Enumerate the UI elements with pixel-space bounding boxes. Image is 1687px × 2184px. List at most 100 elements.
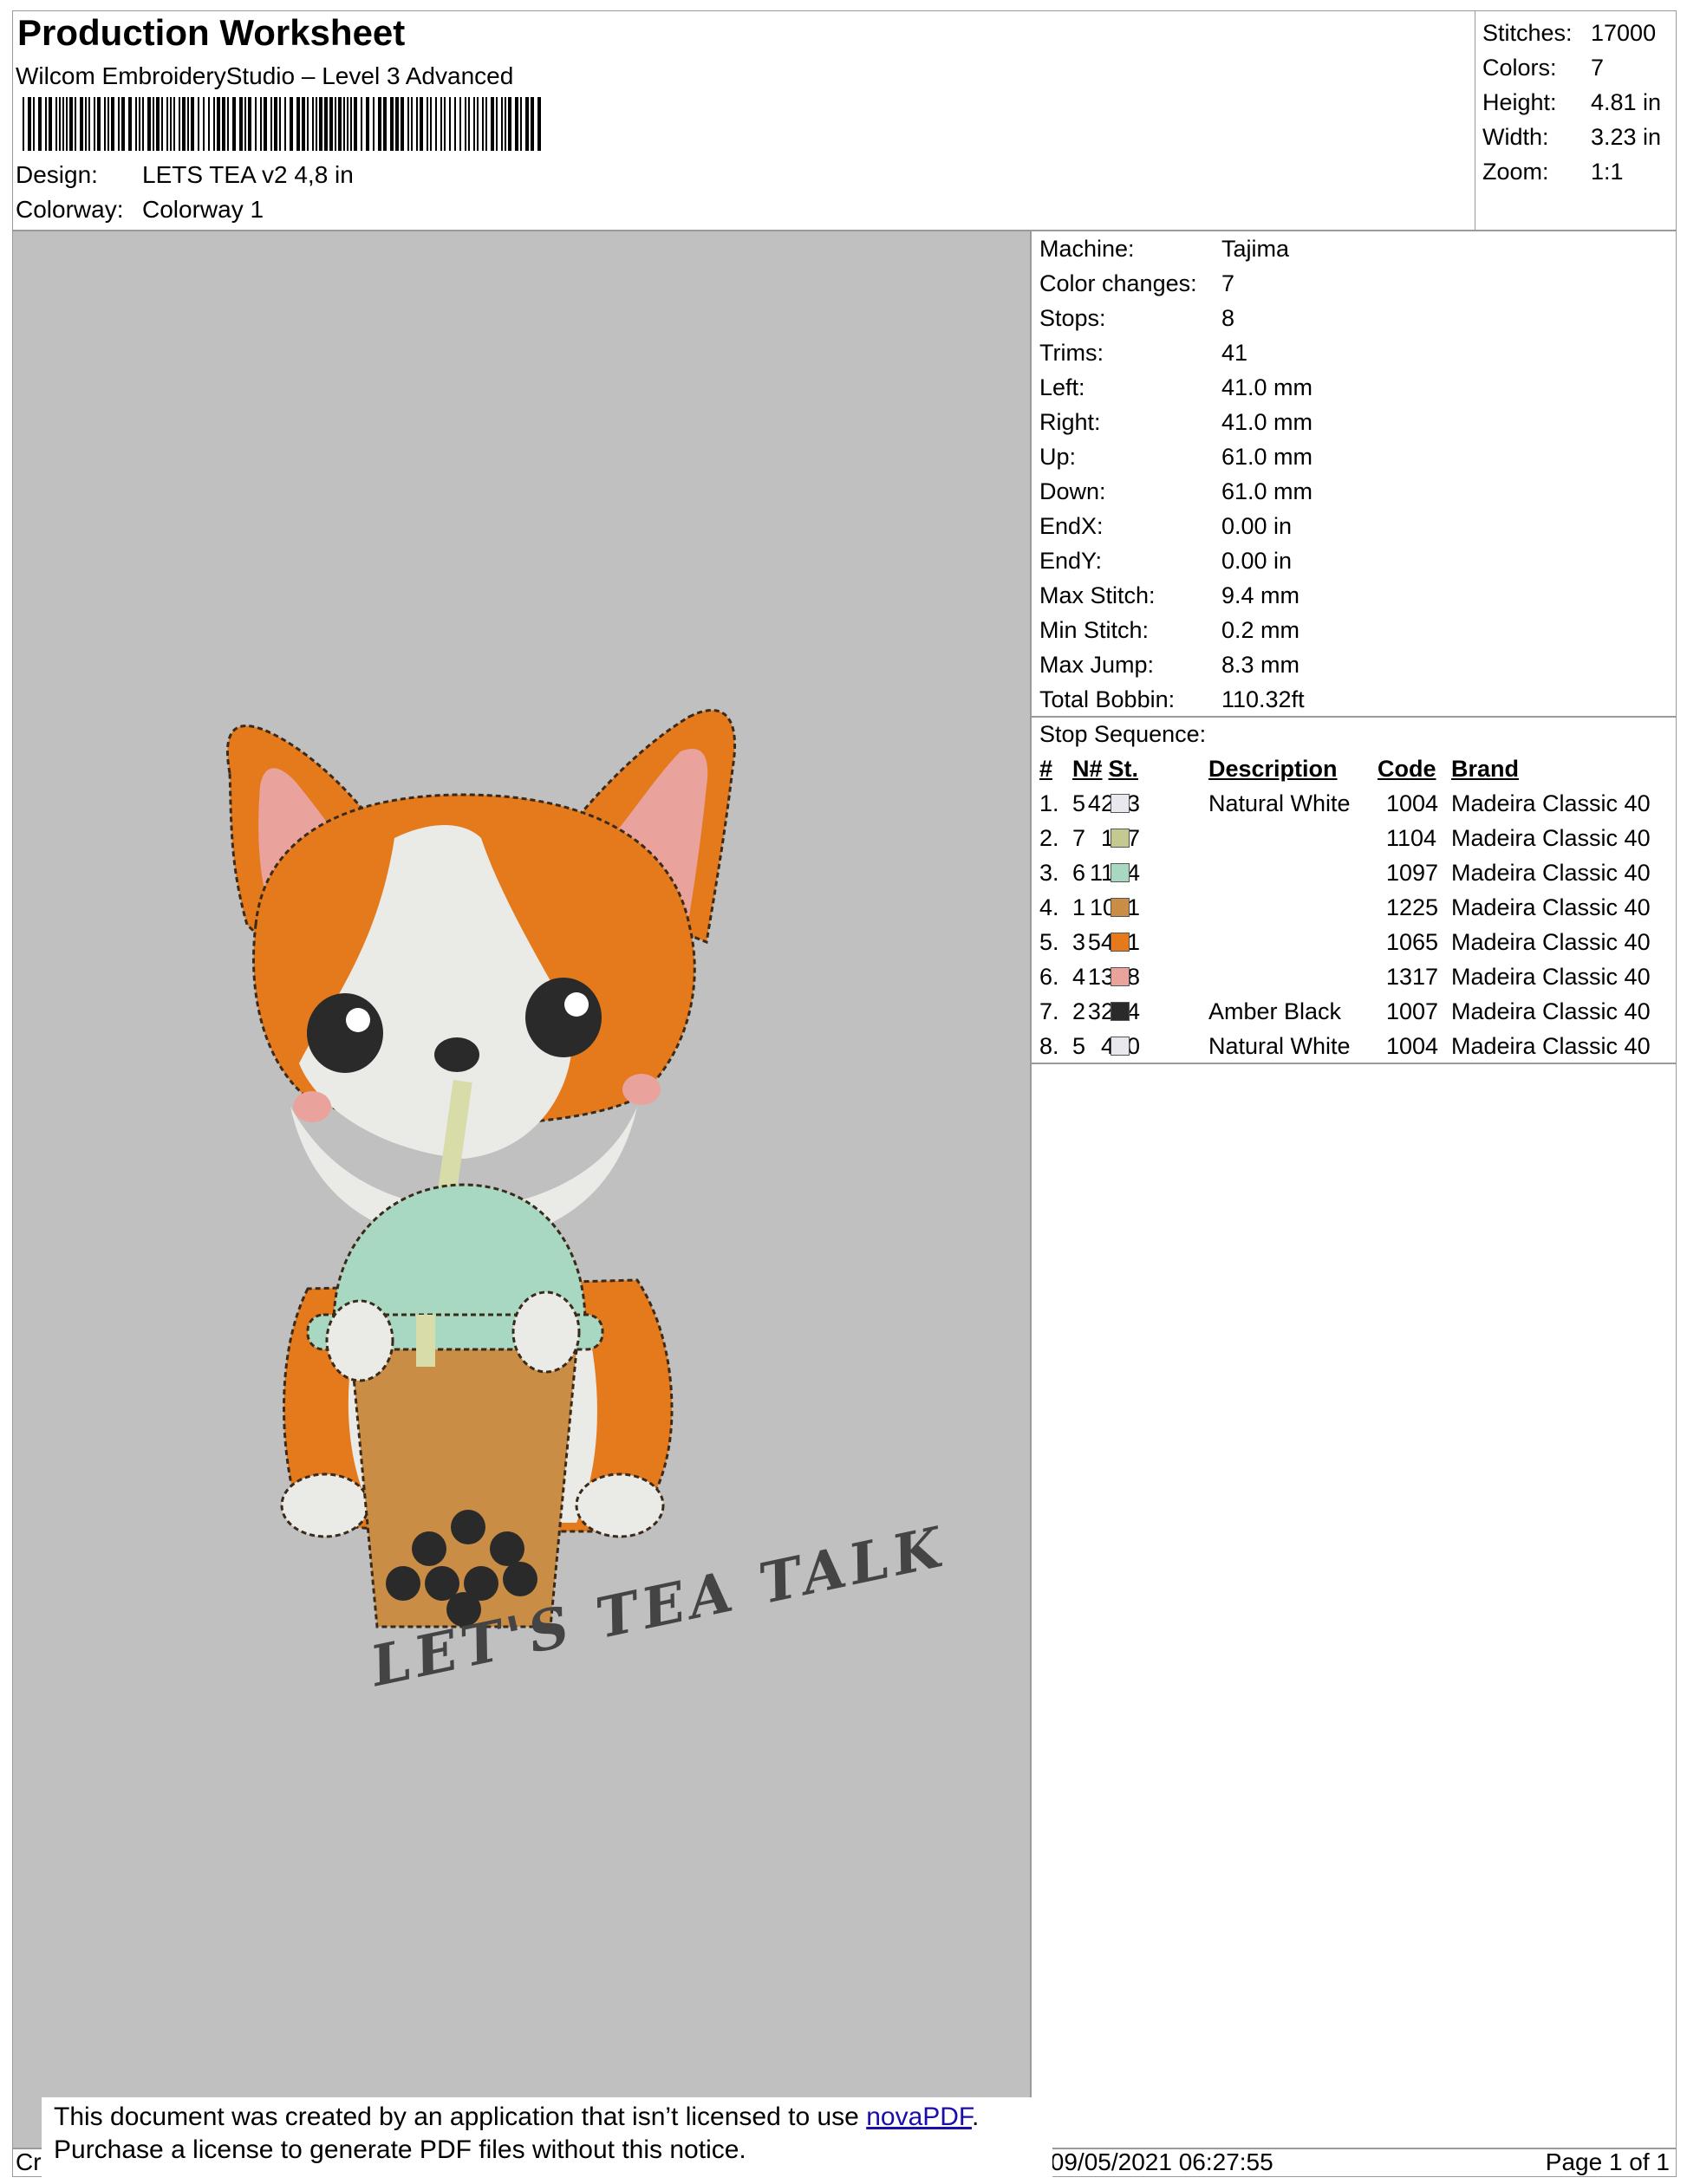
thread-color-swatch <box>1111 933 1130 952</box>
barcode-bar <box>248 97 251 151</box>
barcode-bar <box>227 97 229 151</box>
info-row-endy: EndY: 0.00 in <box>1039 548 1293 574</box>
right-eye <box>525 978 602 1057</box>
barcode-bar <box>508 97 511 151</box>
thread-color-swatch <box>1111 863 1130 882</box>
col-header-n: N# <box>1072 756 1103 782</box>
barcode-bar <box>525 97 529 151</box>
thread-color-swatch <box>1111 829 1130 848</box>
left-hand <box>325 1299 394 1382</box>
thread-color-swatch <box>1111 898 1130 917</box>
design-canvas: LET'S TEA TALK <box>12 231 1032 2149</box>
thread-description: Natural White <box>1208 1033 1351 1059</box>
info-row-right: Right: 41.0 mm <box>1039 409 1313 435</box>
colorway-label: Colorway: <box>16 196 124 223</box>
stat-zoom: Zoom: 1:1 <box>1482 159 1624 185</box>
barcode-bar <box>264 97 267 151</box>
seq-num: 3. <box>1039 860 1059 886</box>
barcode-bar <box>296 97 300 151</box>
barcode-bar <box>354 97 357 151</box>
stat-height: Height: 4.81 in <box>1482 89 1662 115</box>
needle-num: 6 <box>1072 860 1086 886</box>
barcode-bar <box>153 97 154 151</box>
barcode-bar <box>23 97 24 151</box>
left-eye-highlight <box>346 1008 370 1032</box>
thread-brand: Madeira Classic 40 <box>1451 964 1651 990</box>
barcode-bar <box>179 97 180 151</box>
barcode-bar <box>166 97 168 151</box>
col-header-description: Description <box>1208 756 1338 782</box>
barcode-bar <box>284 97 286 151</box>
license-notice-line1: This document was created by an applicat… <box>54 2103 980 2131</box>
barcode-bar <box>55 97 57 151</box>
notes-panel <box>1030 1063 1677 2149</box>
info-row-endx: EndX: 0.00 in <box>1039 513 1293 539</box>
info-row-total-bobbin: Total Bobbin: 110.32ft <box>1039 686 1305 712</box>
needle-num: 5 <box>1072 790 1086 816</box>
stop-sequence-title: Stop Sequence: <box>1039 721 1207 747</box>
corgi-embroidery-image: LET'S TEA TALK <box>225 709 953 1700</box>
barcode-bar <box>520 97 522 151</box>
seq-num: 1. <box>1039 790 1059 816</box>
info-row-up: Up: 61.0 mm <box>1039 444 1313 470</box>
thread-brand: Madeira Classic 40 <box>1451 1033 1651 1059</box>
barcode-bar <box>142 97 144 151</box>
barcode-bar <box>80 97 83 151</box>
boba-pearl <box>451 1510 485 1544</box>
seq-num: 6. <box>1039 964 1059 990</box>
thread-color-swatch <box>1111 967 1130 986</box>
thread-code: 1065 <box>1386 929 1439 955</box>
design-label: Design: <box>16 161 98 188</box>
barcode-bar <box>366 97 369 151</box>
stop-sequence-panel: Stop Sequence: # N# St. Description Code… <box>1030 716 1677 1064</box>
barcode-bar <box>156 97 160 151</box>
barcode-bar <box>45 97 47 151</box>
barcode-bar <box>501 97 503 151</box>
barcode-bar <box>128 97 132 151</box>
barcode-bar <box>407 97 409 151</box>
barcode-bar <box>491 97 494 151</box>
barcode-bar <box>395 97 399 151</box>
stop-sequence-row: 8.5430Natural White1004Madeira Classic 4… <box>1031 1029 1677 1063</box>
barcode-bar <box>279 97 281 151</box>
boba-pearl <box>412 1531 446 1566</box>
barcode-bar <box>537 97 541 151</box>
barcode-bar <box>94 97 95 151</box>
barcode-bar <box>198 97 199 151</box>
boba-pearl <box>386 1566 420 1601</box>
thread-code: 1007 <box>1386 998 1439 1024</box>
thread-code: 1104 <box>1386 825 1437 851</box>
colorway-value: Colorway 1 <box>142 196 264 223</box>
stop-sequence-row: 4.110111225Madeira Classic 40 <box>1031 890 1677 925</box>
barcode-bar <box>104 97 106 151</box>
barcode-bar <box>383 97 387 151</box>
right-eye-highlight <box>564 992 589 1017</box>
thread-brand: Madeira Classic 40 <box>1451 860 1651 886</box>
barcode-bar <box>187 97 189 151</box>
summary-stats: Stitches: 17000 Colors: 7 Height: 4.81 in W… <box>1475 10 1677 218</box>
barcode-bar <box>485 97 487 151</box>
thread-brand: Madeira Classic 40 <box>1451 929 1651 955</box>
barcode-bar <box>496 97 498 151</box>
barcode-bar <box>361 97 362 151</box>
novapdf-link[interactable]: novaPDF <box>866 2103 972 2131</box>
stop-sequence-row: 6.413881317Madeira Classic 40 <box>1031 959 1677 994</box>
stop-sequence-row: 2.71371104Madeira Classic 40 <box>1031 821 1677 855</box>
barcode-bar <box>449 97 451 151</box>
barcode-bar <box>329 97 333 151</box>
design-value: LETS TEA v2 4,8 in <box>142 161 354 188</box>
info-row-trims: Trims: 41 <box>1039 340 1248 366</box>
barcode-bar <box>208 97 210 151</box>
needle-num: 5 <box>1072 1033 1086 1059</box>
info-row-color-changes: Color changes: 7 <box>1039 270 1235 296</box>
barcode-bar <box>338 97 342 151</box>
barcode-bar <box>274 97 277 151</box>
thread-brand: Madeira Classic 40 <box>1451 825 1651 851</box>
stop-sequence-row: 1.54213Natural White1004Madeira Classic … <box>1031 786 1677 821</box>
barcode-bar <box>302 97 305 151</box>
thread-color-swatch <box>1111 794 1130 813</box>
barcode-bar <box>182 97 186 151</box>
thread-code: 1225 <box>1386 894 1439 920</box>
barcode-bar <box>515 97 518 151</box>
barcode-bar <box>232 97 236 151</box>
